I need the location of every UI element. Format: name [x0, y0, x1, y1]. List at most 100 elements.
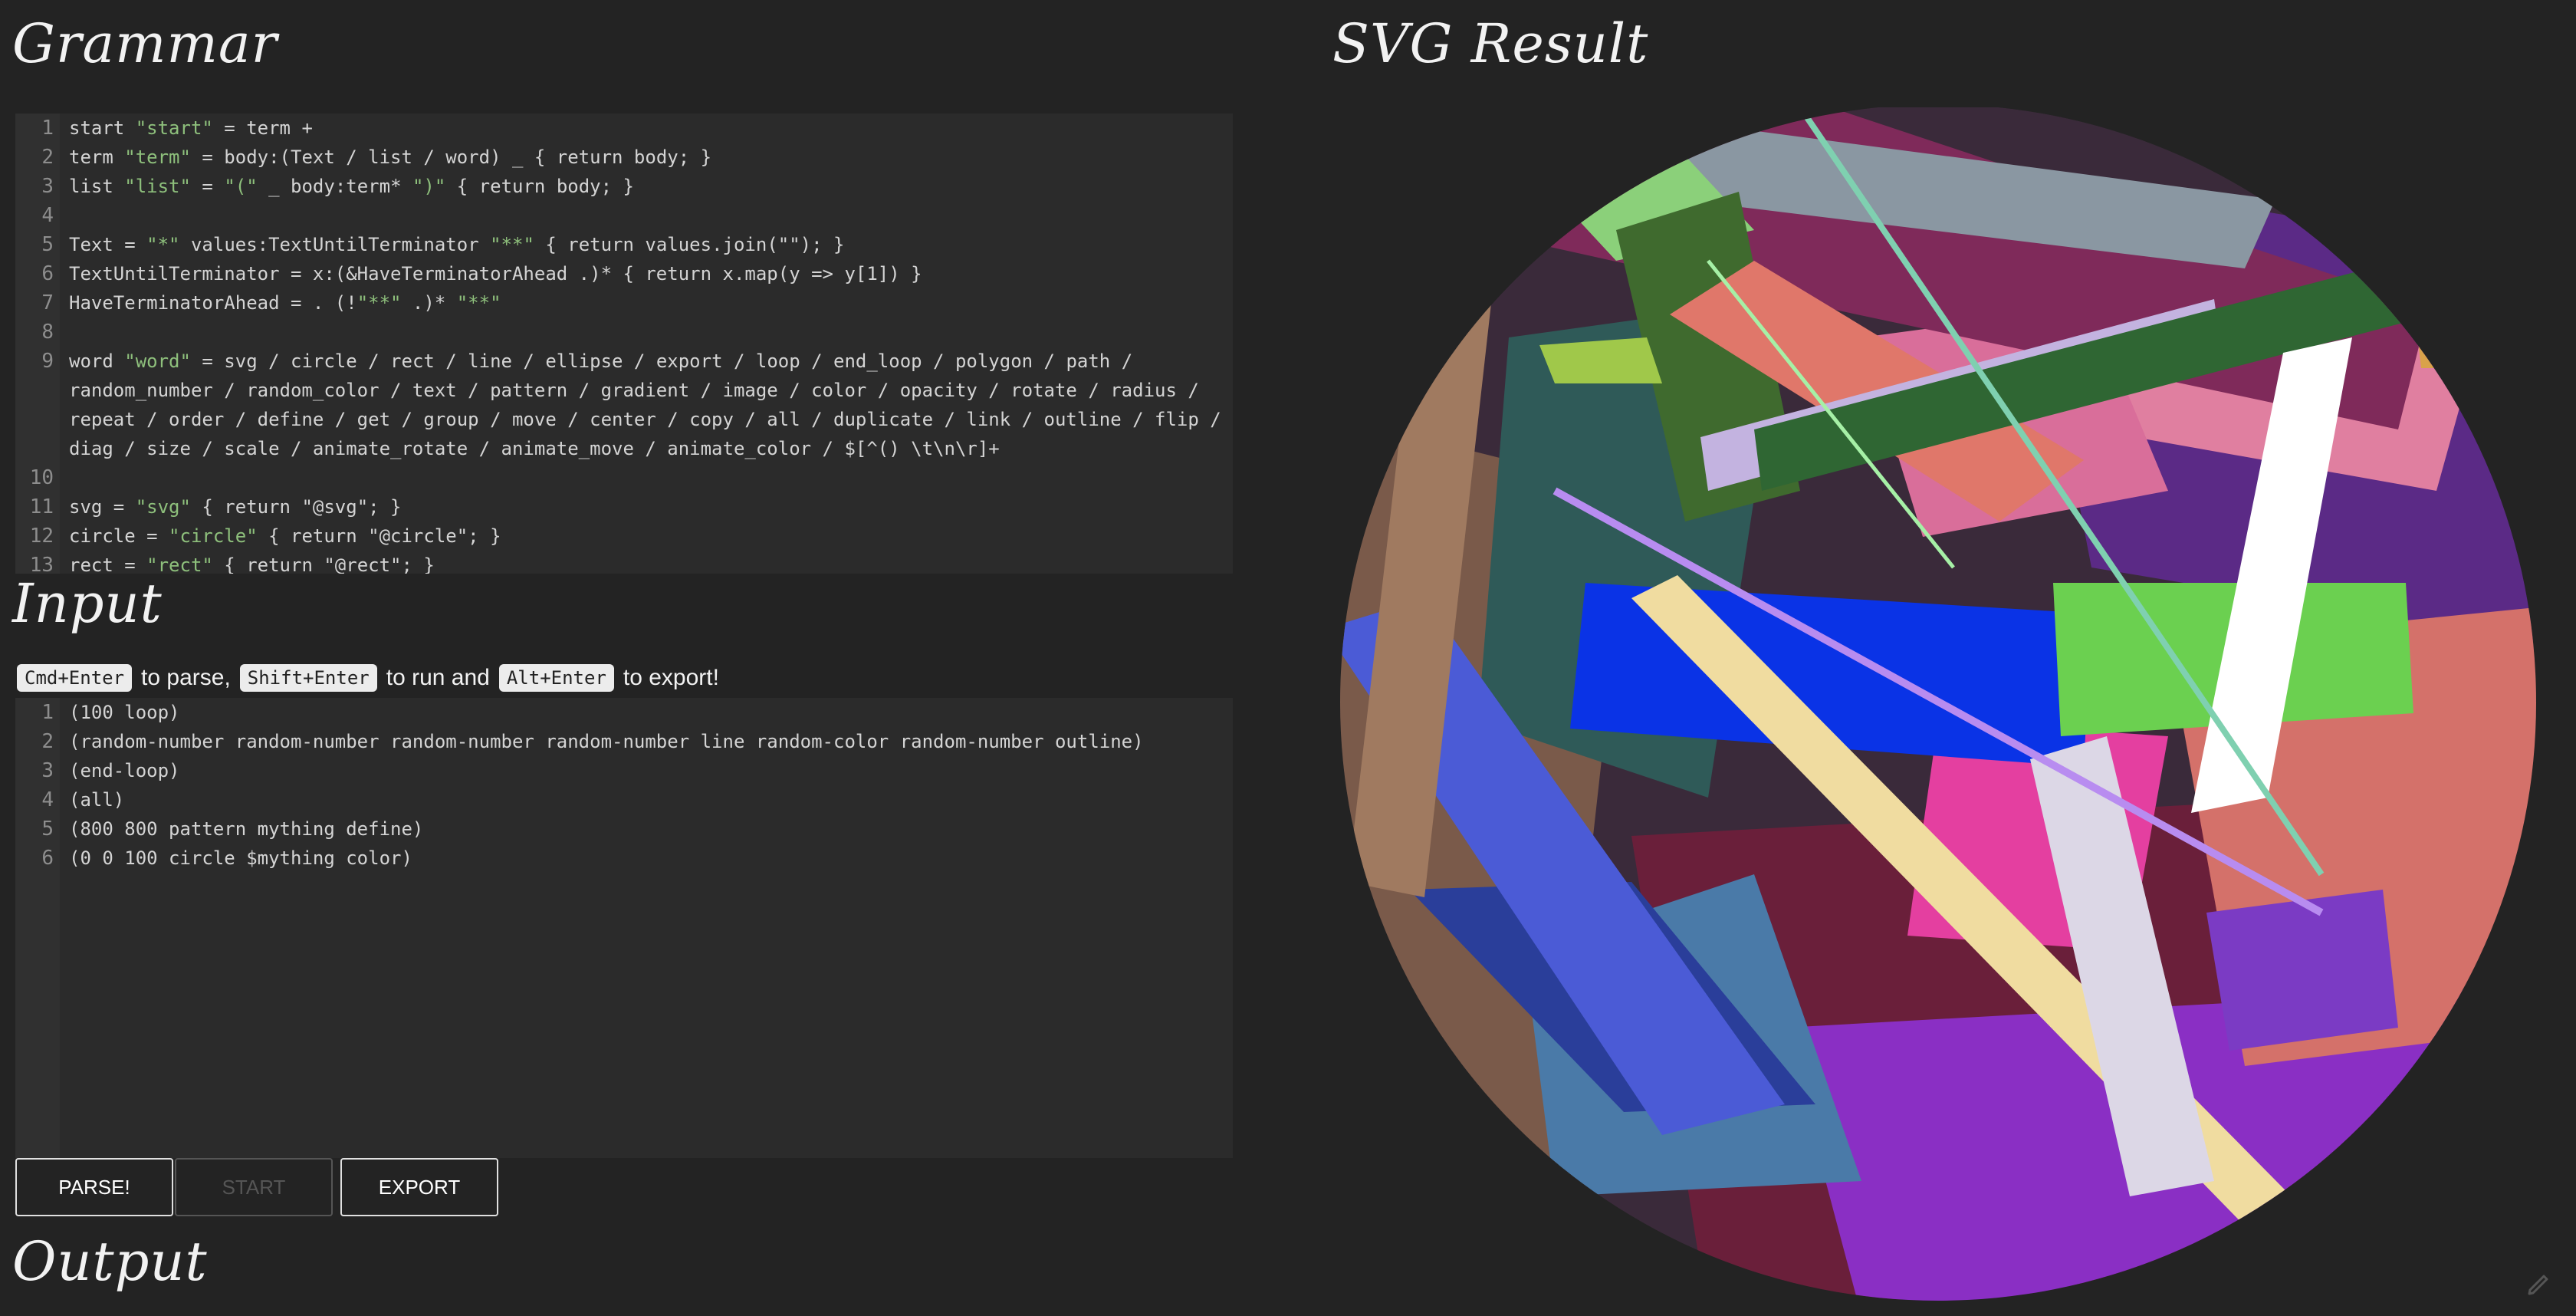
grammar-line: 10: [15, 463, 1233, 492]
code-text: start "start" = term +: [60, 114, 1233, 143]
grammar-line: 2 term "term" = body:(Text / list / word)…: [15, 143, 1233, 172]
code-text: (end-loop): [69, 760, 180, 781]
line-number: 7: [41, 291, 54, 314]
string-token: "**": [490, 234, 534, 255]
code-token: svg =: [69, 496, 136, 518]
string-token: "list": [124, 176, 191, 197]
grammar-line: 13 rect = "rect" { return "@rect"; }: [15, 551, 1233, 574]
grammar-code: 1 start "start" = term + 2 term "term" = bo…: [15, 114, 1233, 574]
code-text: TextUntilTerminator = x:(&HaveTerminator…: [60, 259, 1233, 288]
run-shortcut-key: Shift+Enter: [239, 664, 377, 692]
run-hint-text: to run and: [386, 665, 490, 690]
code-text: rect = "rect" { return "@rect"; }: [60, 551, 1233, 574]
code-text: (all): [69, 789, 125, 811]
grammar-line: 3 list "list" = "(" _ body:term* ")" { re…: [15, 172, 1233, 201]
string-token: "word": [124, 350, 191, 372]
code-token: circle =: [69, 525, 169, 547]
code-text: circle = "circle" { return "@circle"; }: [60, 521, 1233, 551]
input-line: 6 (0 0 100 circle $mything color): [15, 844, 1233, 873]
edit-icon[interactable]: [2524, 1267, 2555, 1298]
input-line: 4 (all): [15, 785, 1233, 814]
grammar-line: 7 HaveTerminatorAhead = . (!"**" .)* "**": [15, 288, 1233, 317]
string-token: "(": [224, 176, 258, 197]
line-number: 2: [41, 146, 54, 169]
string-token: "rect": [146, 554, 213, 574]
code-token: { return body; }: [445, 176, 634, 197]
export-hint-text: to export!: [623, 665, 719, 690]
line-number: 1: [41, 701, 54, 724]
line-number: 2: [41, 730, 54, 753]
random-shapes-pattern: [1340, 107, 2536, 1301]
start-button[interactable]: START: [175, 1158, 333, 1216]
input-code: 1 (100 loop) 2 (random-number random-number…: [15, 698, 1233, 873]
export-button[interactable]: EXPORT: [340, 1158, 498, 1216]
string-token: "term": [124, 146, 191, 168]
grammar-line: 12 circle = "circle" { return "@circle"; …: [15, 521, 1233, 551]
code-token: HaveTerminatorAhead = . (!: [69, 292, 357, 314]
string-token: "circle": [169, 525, 258, 547]
code-token: _ body:term*: [257, 176, 412, 197]
code-text: word "word" = svg / circle / rect / line…: [60, 347, 1233, 463]
input-editor[interactable]: 1 (100 loop) 2 (random-number random-number…: [15, 698, 1233, 1158]
code-token: { return "@rect"; }: [212, 554, 435, 574]
code-token: { return "@svg"; }: [190, 496, 402, 518]
line-number: 6: [41, 262, 54, 285]
line-number: 4: [41, 788, 54, 811]
grammar-line: 5 Text = "*" values:TextUntilTerminator "…: [15, 230, 1233, 259]
line-number: 3: [41, 175, 54, 198]
grammar-heading: Grammar: [12, 12, 278, 75]
input-line: 5 (800 800 pattern mything define): [15, 814, 1233, 844]
code-token: values:TextUntilTerminator: [179, 234, 491, 255]
code-text: (100 loop): [69, 702, 180, 723]
grammar-line: 4: [15, 201, 1233, 230]
line-number: 10: [29, 466, 54, 489]
line-number: 12: [29, 525, 54, 548]
code-token: word: [69, 350, 125, 372]
line-number: 13: [29, 554, 54, 574]
output-heading: Output: [12, 1230, 208, 1293]
code-text: term "term" = body:(Text / list / word) …: [60, 143, 1233, 172]
line-number: 5: [41, 818, 54, 841]
string-token: ")": [412, 176, 446, 197]
code-text: (800 800 pattern mything define): [69, 818, 424, 840]
code-token: { return "@circle"; }: [257, 525, 501, 547]
parse-button[interactable]: PARSE!: [15, 1158, 173, 1216]
string-token: "start": [135, 117, 213, 139]
line-number: 6: [41, 847, 54, 870]
grammar-line: 11 svg = "svg" { return "@svg"; }: [15, 492, 1233, 521]
string-token: "*": [146, 234, 180, 255]
grammar-line: 9 word "word" = svg / circle / rect / lin…: [15, 347, 1233, 463]
string-token: "**": [356, 292, 402, 314]
svg-result-heading: SVG Result: [1332, 12, 1649, 75]
code-token: = term +: [212, 117, 313, 139]
code-token: = svg / circle / rect / line / ellipse /…: [69, 350, 1233, 459]
grammar-line: 8: [15, 317, 1233, 347]
code-token: .)*: [401, 292, 457, 314]
line-number: 4: [41, 204, 54, 227]
line-number: 5: [41, 233, 54, 256]
code-token: list: [69, 176, 125, 197]
code-text: list "list" = "(" _ body:term* ")" { ret…: [60, 172, 1233, 201]
line-number: 9: [41, 350, 54, 373]
code-text: (random-number random-number random-numb…: [69, 731, 1144, 752]
code-token: TextUntilTerminator = x:(&HaveTerminator…: [69, 263, 922, 285]
input-heading: Input: [12, 572, 163, 635]
string-token: "**": [456, 292, 501, 314]
grammar-editor[interactable]: 1 start "start" = term + 2 term "term" = bo…: [15, 114, 1233, 574]
code-token: =: [190, 176, 225, 197]
keyboard-hint: Cmd+Enter to parse, Shift+Enter to run a…: [17, 664, 719, 692]
code-text: (0 0 100 circle $mything color): [69, 847, 412, 869]
grammar-line: 6 TextUntilTerminator = x:(&HaveTerminato…: [15, 259, 1233, 288]
line-number: 11: [29, 495, 54, 518]
export-shortcut-key: Alt+Enter: [498, 664, 614, 692]
code-token: Text =: [69, 234, 147, 255]
code-token: = body:(Text / list / word) _ { return b…: [190, 146, 712, 168]
grammar-line: 1 start "start" = term +: [15, 114, 1233, 143]
input-line: 3 (end-loop): [15, 756, 1233, 785]
code-text: Text = "*" values:TextUntilTerminator "*…: [60, 230, 1233, 259]
code-text: HaveTerminatorAhead = . (!"**" .)* "**": [60, 288, 1233, 317]
svg-result-canvas: [1340, 107, 2536, 1301]
input-line: 2 (random-number random-number random-num…: [15, 727, 1233, 756]
